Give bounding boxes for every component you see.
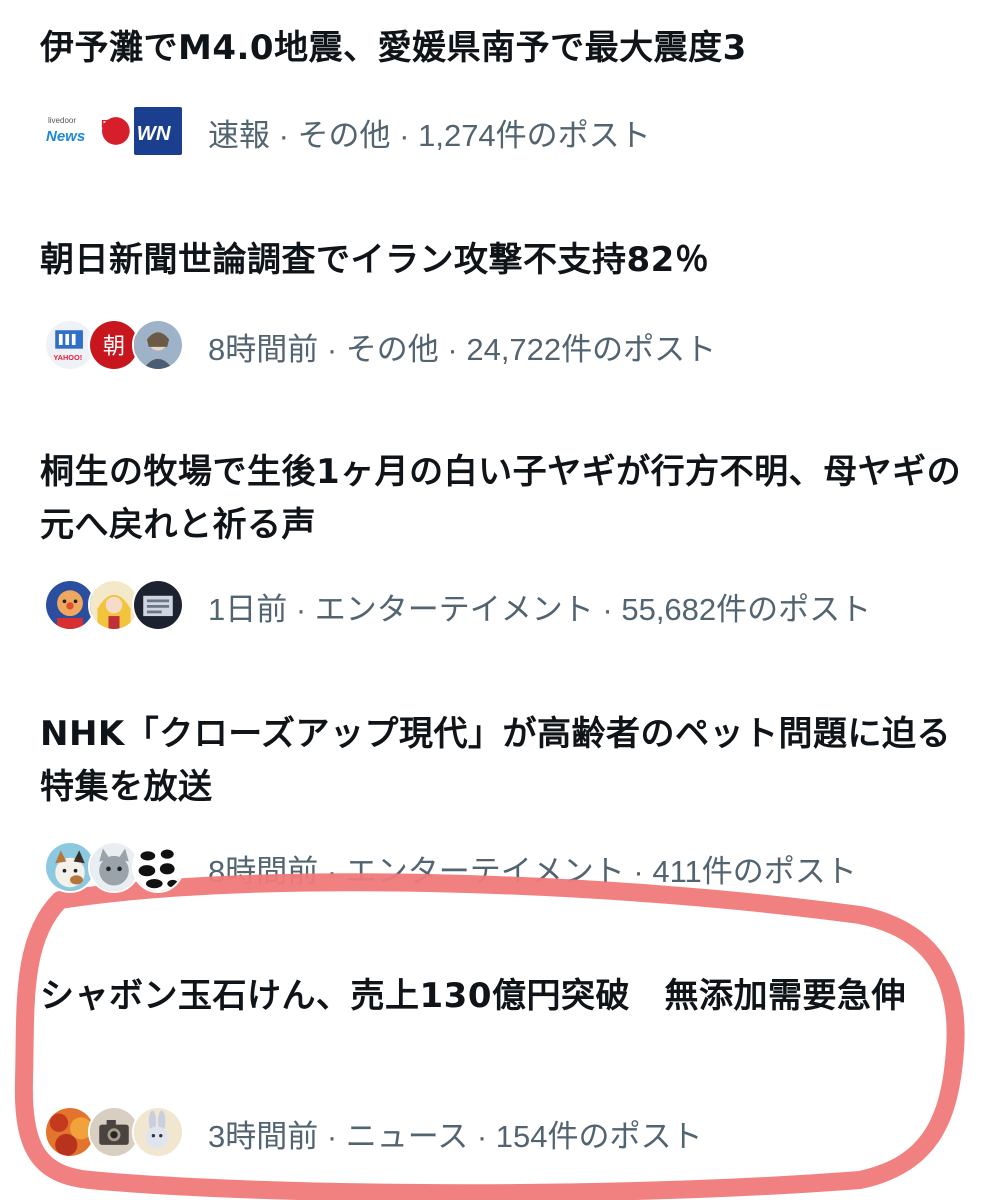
trend-meta-text: 3時間前 · ニュース · 154件のポスト — [208, 1118, 703, 1154]
trend-item[interactable]: 伊予灘でM4.0地震、愛媛県南予で最大震度3 livedoor News ERY … — [0, 0, 1002, 200]
dark-illustration-avatar-icon — [132, 579, 184, 631]
rabbit-avatar-icon — [132, 1106, 184, 1158]
trend-meta: 1日前 · エンターテイメント · 55,682件のポスト — [44, 578, 871, 634]
svg-text:livedoor: livedoor — [48, 116, 76, 125]
trend-item[interactable]: シャボン玉石けん、売上130億円突破 無添加需要急伸 3時間前 · ニュース ·… — [0, 950, 1002, 1200]
trend-item[interactable]: 朝日新聞世論調査でイラン攻撃不支持82％ YAHOO! 朝 8時間前 · その他… — [0, 200, 1002, 420]
avatar-stack — [44, 840, 190, 896]
svg-text:ERY: ERY — [101, 118, 124, 130]
trend-meta: YAHOO! 朝 8時間前 · その他 · 24,722件のポスト — [44, 318, 716, 374]
trend-item[interactable]: 桐生の牧場で生後1ヶ月の白い子ヤギが行方不明、母ヤギの元へ戻れと祈る声 1日前 … — [0, 420, 1002, 690]
trend-item[interactable]: NHK「クローズアップ現代」が高齢者のペット問題に迫る特集を放送 8時間前 · … — [0, 690, 1002, 950]
trend-title: シャボン玉石けん、売上130億円突破 無添加需要急伸 — [40, 976, 906, 1016]
trending-feed: 伊予灘でM4.0地震、愛媛県南予で最大震度3 livedoor News ERY … — [0, 0, 1002, 1200]
trend-meta: 3時間前 · ニュース · 154件のポスト — [44, 1105, 703, 1161]
trend-meta-text: 1日前 · エンターテイメント · 55,682件のポスト — [208, 591, 872, 627]
trend-meta-text: 8時間前 · エンターテイメント · 411件のポスト — [208, 853, 857, 889]
svg-text:WN: WN — [137, 123, 171, 145]
trend-meta-text: 速報 · その他 · 1,274件のポスト — [208, 117, 651, 153]
svg-text:YAHOO!: YAHOO! — [53, 353, 82, 362]
trend-meta: 8時間前 · エンターテイメント · 411件のポスト — [44, 840, 857, 896]
wnn-logo-icon: WN — [132, 105, 184, 157]
trend-meta-text: 8時間前 · その他 · 24,722件のポスト — [208, 331, 717, 367]
trend-title: 桐生の牧場で生後1ヶ月の白い子ヤギが行方不明、母ヤギの元へ戻れと祈る声 — [40, 452, 962, 545]
asahi-char: 朝 — [103, 333, 125, 359]
avatar-stack: YAHOO! 朝 — [44, 318, 190, 374]
animal-silhouettes-avatar-icon — [132, 841, 184, 893]
avatar-stack — [44, 1105, 190, 1161]
avatar-stack — [44, 578, 190, 634]
trend-title: 伊予灘でM4.0地震、愛媛県南予で最大震度3 — [40, 28, 747, 68]
trend-title: 朝日新聞世論調査でイラン攻撃不支持82％ — [40, 240, 710, 280]
trend-title: NHK「クローズアップ現代」が高齢者のペット問題に迫る特集を放送 — [40, 714, 952, 807]
anime-character-avatar-icon — [132, 319, 184, 371]
trend-meta: livedoor News ERY WN 速報 · その他 · 1,274件のポス… — [44, 104, 651, 160]
avatar-stack: livedoor News ERY WN — [44, 104, 190, 160]
svg-text:News: News — [46, 128, 85, 145]
